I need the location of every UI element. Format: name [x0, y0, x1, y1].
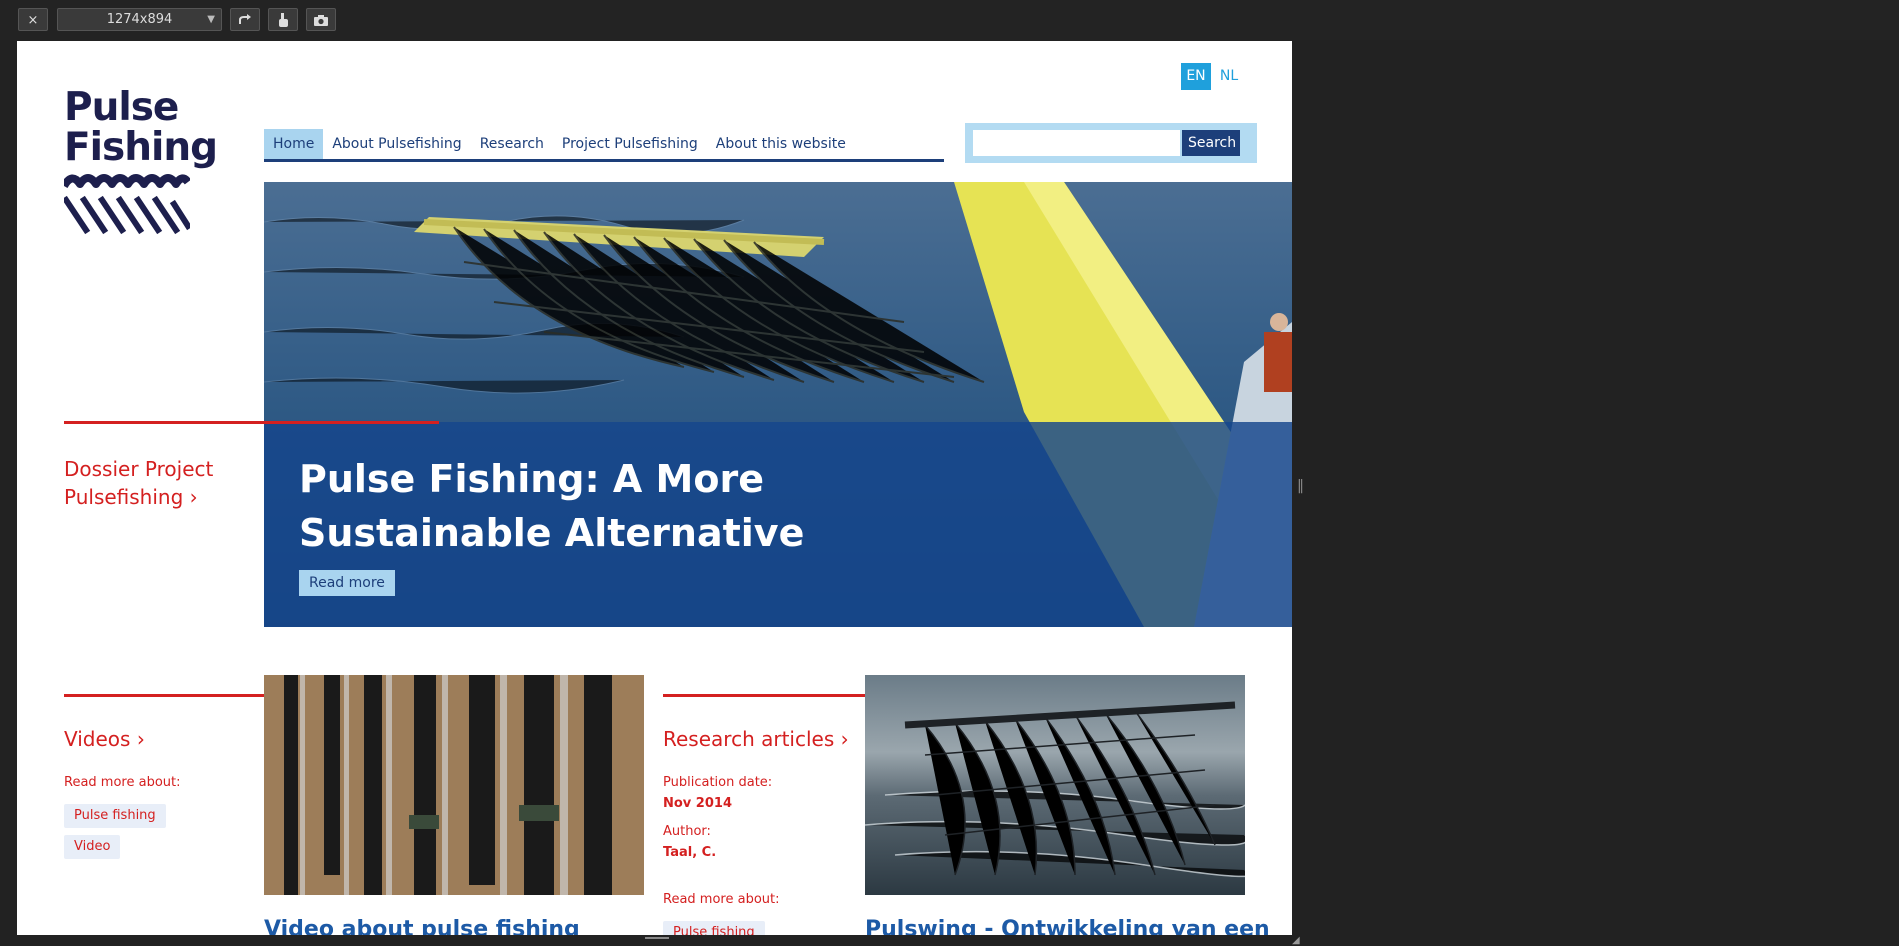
search-button[interactable]: Search [1182, 130, 1240, 156]
rotate-button[interactable] [230, 8, 260, 31]
browser-toolbar: × 1274x894 ▼ [0, 0, 1899, 40]
viewport-resize-handle[interactable]: ‖ [1297, 478, 1304, 500]
research-thumbnail[interactable] [865, 675, 1245, 895]
page-viewport: Pulse Fishing EN NL Home About Pulsefish… [17, 41, 1292, 935]
rotate-icon [239, 14, 251, 24]
research-articles-link[interactable]: Research articles › [663, 727, 849, 751]
lang-en-button[interactable]: EN [1181, 63, 1211, 90]
tag-video[interactable]: Video [64, 835, 121, 859]
chevron-down-icon: ▼ [207, 14, 215, 25]
video-card-title[interactable]: Video about pulse fishing [264, 917, 580, 935]
hero-title: Pulse Fishing: A More Sustainable Altern… [299, 457, 805, 555]
publication-date-label: Publication date: [663, 775, 773, 790]
touch-icon [279, 13, 288, 27]
lang-nl-button[interactable]: NL [1214, 63, 1244, 90]
logo-line1: Pulse [64, 85, 179, 130]
research-card-title[interactable]: Pulswing - Ontwikkeling van een [865, 917, 1270, 935]
publication-date-value: Nov 2014 [663, 796, 732, 811]
viewport-size-label: 1274x894 [106, 12, 173, 27]
nav-item-research[interactable]: Research [471, 129, 553, 159]
research-thumbnail-image [865, 675, 1245, 895]
research-read-more-label: Read more about: [663, 892, 780, 907]
tag-pulse-fishing-research[interactable]: Pulse fishing [663, 921, 765, 935]
camera-icon [314, 15, 328, 26]
logo-line2: Fishing [64, 125, 218, 170]
close-button[interactable]: × [18, 8, 48, 31]
author-label: Author: [663, 824, 711, 839]
site-logo[interactable]: Pulse Fishing [64, 85, 218, 235]
touch-button[interactable] [268, 8, 298, 31]
screenshot-button[interactable] [306, 8, 336, 31]
videos-link[interactable]: Videos › [64, 727, 145, 751]
nav-item-about-pulsefishing[interactable]: About Pulsefishing [323, 129, 470, 159]
viewport-bottom-handle[interactable] [645, 937, 669, 945]
viewport-size-select[interactable]: 1274x894 ▼ [57, 8, 222, 31]
main-nav: Home About Pulsefishing Research Project… [264, 129, 944, 162]
hero-read-more-button[interactable]: Read more [299, 570, 395, 596]
nav-item-about-website[interactable]: About this website [707, 129, 855, 159]
video-thumbnail[interactable] [264, 675, 644, 895]
nav-item-home[interactable]: Home [264, 129, 324, 159]
divider-line [64, 421, 439, 424]
author-value: Taal, C. [663, 845, 717, 860]
nav-item-project-pulsefishing[interactable]: Project Pulsefishing [553, 129, 707, 159]
viewport-resize-corner[interactable]: ◢ [1292, 935, 1304, 946]
waves-icon [64, 174, 190, 235]
hero-banner[interactable]: Pulse Fishing: A More Sustainable Altern… [264, 182, 1292, 627]
tag-pulse-fishing[interactable]: Pulse fishing [64, 804, 166, 828]
dossier-link[interactable]: Dossier Project Pulsefishing › [64, 455, 234, 511]
search-input[interactable] [973, 130, 1180, 156]
video-thumbnail-image [264, 675, 644, 895]
close-icon: × [27, 13, 39, 28]
search-box: Search [965, 123, 1257, 163]
videos-read-more-label: Read more about: [64, 775, 181, 790]
